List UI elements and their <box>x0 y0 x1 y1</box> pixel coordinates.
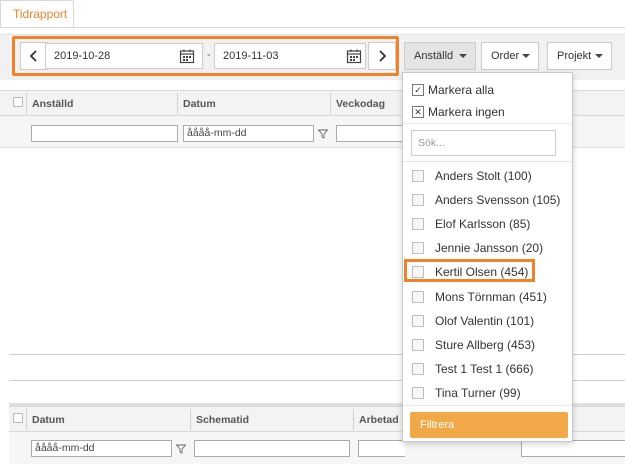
bottom-grid-select-all-checkbox[interactable] <box>13 413 23 423</box>
employee-option[interactable]: Tina Turner (99) <box>412 386 521 400</box>
date-separator: - <box>207 49 211 61</box>
checkbox[interactable] <box>412 291 424 303</box>
employee-option[interactable]: Sture Allberg (453) <box>412 338 535 352</box>
project-dropdown-label: Projekt <box>557 50 592 62</box>
checkbox[interactable] <box>412 363 424 375</box>
employee-option[interactable]: Jennie Jansson (20) <box>412 241 543 255</box>
employee-option[interactable]: Test 1 Test 1 (666) <box>412 362 534 376</box>
employee-option-label: Anders Svensson (105) <box>435 193 561 207</box>
employee-option[interactable]: Mons Törnman (451) <box>412 290 547 304</box>
column-divider <box>177 93 178 114</box>
prev-week-button[interactable] <box>20 42 48 70</box>
calendar-icon[interactable] <box>176 45 198 67</box>
extra-filter-input[interactable] <box>521 440 625 457</box>
employee-option[interactable]: Anders Stolt (100) <box>412 169 532 183</box>
calendar-icon[interactable] <box>343 45 365 67</box>
employee-option-label: Test 1 Test 1 (666) <box>435 362 534 376</box>
column-divider <box>190 409 191 430</box>
bottom-date-filter-input[interactable]: åååå-mm-dd <box>31 440 172 457</box>
employee-option-label: Elof Karlsson (85) <box>435 217 531 231</box>
checkbox[interactable] <box>412 218 424 230</box>
select-all-label: Markera alla <box>428 83 495 97</box>
column-divider <box>26 93 27 114</box>
employee-option-highlighted[interactable]: Kertil Olsen (454) <box>412 265 528 279</box>
menu-divider <box>403 405 572 406</box>
employee-option-label: Jennie Jansson (20) <box>435 241 544 255</box>
chevron-left-icon <box>29 50 37 62</box>
column-divider <box>330 93 331 114</box>
employee-dropdown-button[interactable]: Anställd <box>404 42 476 70</box>
employee-option-label: Anders Stolt (100) <box>435 169 532 183</box>
checkbox[interactable] <box>412 387 424 399</box>
chevron-right-icon <box>379 50 387 62</box>
checkbox[interactable] <box>412 339 424 351</box>
column-header-datum[interactable]: Datum <box>183 98 216 110</box>
order-dropdown-button[interactable]: Order <box>481 42 539 70</box>
employee-option-label: Kertil Olsen (454) <box>435 265 529 279</box>
column-header-schematid[interactable]: Schematid <box>196 414 249 426</box>
employee-option[interactable]: Anders Svensson (105) <box>412 193 560 207</box>
tab-tidrapport[interactable]: Tidrapport <box>0 0 74 28</box>
employee-search-input[interactable]: Sök... <box>411 130 556 156</box>
next-week-button[interactable] <box>368 42 396 70</box>
caret-down-icon <box>595 54 603 58</box>
x-icon: ✕ <box>412 106 424 118</box>
employee-option-label: Mons Törnman (451) <box>435 290 547 304</box>
date-filter-input[interactable]: åååå-mm-dd <box>183 125 314 142</box>
employee-filter-input[interactable] <box>31 125 178 142</box>
employee-option-label: Olof Valentin (101) <box>435 314 535 328</box>
checkbox[interactable] <box>412 194 424 206</box>
employee-option-label: Sture Allberg (453) <box>435 338 536 352</box>
checkbox[interactable] <box>412 266 424 278</box>
tab-divider <box>0 27 625 28</box>
checkbox[interactable] <box>412 242 424 254</box>
caret-down-icon <box>459 54 467 58</box>
select-none-label: Markera ingen <box>428 105 505 119</box>
checkbox[interactable] <box>412 170 424 182</box>
employee-dropdown-menu: ✓ Markera alla ✕ Markera ingen Sök... Ande… <box>402 72 573 442</box>
employee-dropdown-label: Anställd <box>414 50 454 62</box>
menu-divider <box>403 161 572 162</box>
employee-option-label: Tina Turner (99) <box>435 386 521 400</box>
column-divider <box>26 409 27 430</box>
select-all-option[interactable]: ✓ Markera alla <box>412 83 494 97</box>
employee-option[interactable]: Olof Valentin (101) <box>412 314 534 328</box>
filter-funnel-icon[interactable] <box>175 443 187 457</box>
employee-option[interactable]: Elof Karlsson (85) <box>412 217 530 231</box>
checkbox[interactable] <box>412 315 424 327</box>
column-header-anstalld[interactable]: Anställd <box>32 98 73 110</box>
project-dropdown-button[interactable]: Projekt <box>547 42 612 70</box>
order-dropdown-label: Order <box>491 50 520 62</box>
filter-button[interactable]: Filtrera <box>410 412 568 438</box>
weekday-filter-input[interactable] <box>336 125 406 142</box>
menu-divider <box>403 123 572 124</box>
column-divider <box>353 409 354 430</box>
check-icon: ✓ <box>412 84 424 96</box>
column-header-veckodag[interactable]: Veckodag <box>336 98 385 110</box>
select-none-option[interactable]: ✕ Markera ingen <box>412 105 505 119</box>
schematid-filter-input[interactable] <box>194 440 350 457</box>
filter-funnel-icon[interactable] <box>317 128 329 142</box>
arbetad-filter-input[interactable] <box>358 440 405 457</box>
caret-down-icon <box>522 54 530 58</box>
top-grid-select-all-checkbox[interactable] <box>13 97 23 107</box>
column-header-datum[interactable]: Datum <box>32 414 65 426</box>
